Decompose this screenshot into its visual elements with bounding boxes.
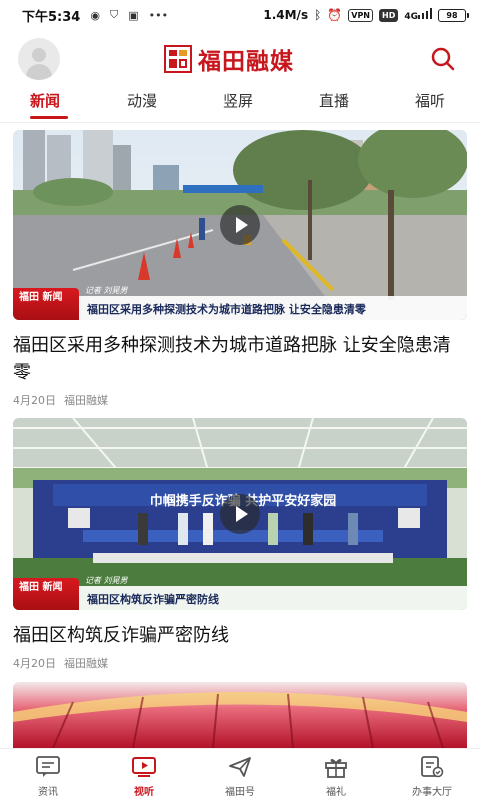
nav-video-label: 视听 <box>134 787 154 798</box>
network-type: 4G <box>404 12 418 22</box>
article-date: 4月20日 <box>13 394 56 407</box>
active-tab-indicator <box>30 116 68 119</box>
program-badge: 福田 新闻 <box>13 288 79 320</box>
news-card[interactable] <box>13 682 467 748</box>
nav-news[interactable]: 资讯 <box>18 755 78 798</box>
more-icon: ••• <box>148 8 169 22</box>
reporter-credit: 记者 刘晃男 <box>85 576 128 585</box>
play-button[interactable] <box>220 494 260 534</box>
send-icon <box>229 757 251 777</box>
news-card[interactable]: 巾帼携手反诈骗 共护平安好家园 福田 新闻 福田区构筑反诈骗严密防线 记者 刘晃… <box>13 418 467 671</box>
article-source: 福田融媒 <box>64 394 108 407</box>
image-icon: ▣ <box>128 8 139 22</box>
battery-icon: 98 <box>438 8 469 22</box>
app-header: 福田融媒 <box>0 32 480 80</box>
bluetooth-icon: ᛒ <box>314 8 322 22</box>
gift-icon <box>325 759 347 778</box>
search-icon <box>431 47 455 71</box>
article-title[interactable]: 福田区构筑反诈骗严密防线 <box>13 622 467 649</box>
hd-indicator: HD <box>379 8 399 22</box>
nav-gifts[interactable]: 福礼 <box>306 755 366 798</box>
reporter-credit: 记者 刘晃男 <box>85 286 128 295</box>
user-avatar[interactable] <box>18 38 60 80</box>
video-caption: 福田区采用多种探测技术为城市道路把脉 让安全隐患清零 <box>79 296 467 320</box>
video-icon <box>132 757 156 777</box>
logo-mark-icon <box>164 45 192 73</box>
nav-service-hall-label: 办事大厅 <box>412 787 452 798</box>
news-card[interactable]: 福田 新闻 福田区采用多种探测技术为城市道路把脉 让安全隐患清零 记者 刘晃男 … <box>13 130 467 408</box>
nav-news-label: 资讯 <box>38 787 58 798</box>
nav-futian-account-label: 福田号 <box>225 787 255 798</box>
tab-vertical[interactable]: 竖屏 <box>223 90 253 111</box>
video-caption: 福田区构筑反诈骗严密防线 <box>79 586 467 610</box>
tab-animation[interactable]: 动漫 <box>127 90 157 111</box>
notification-icon: ◉ <box>90 8 100 22</box>
tab-news[interactable]: 新闻 <box>30 90 60 111</box>
article-source: 福田融媒 <box>64 657 108 670</box>
article-meta: 4月20日 福田融媒 <box>13 655 467 671</box>
signal-icon: 4G <box>404 8 432 22</box>
network-speed: 1.4M/s <box>263 8 309 22</box>
article-date: 4月20日 <box>13 657 56 670</box>
article-meta: 4月20日 福田融媒 <box>13 392 467 408</box>
news-icon <box>36 756 60 777</box>
bottom-navigation: 资讯 视听 福田号 福礼 办事大厅 <box>0 748 480 800</box>
battery-level: 98 <box>446 10 458 20</box>
play-button[interactable] <box>220 205 260 245</box>
brand-logo: 福田融媒 <box>164 42 294 76</box>
status-time: 下午5:34 <box>22 9 81 25</box>
category-tabs: 新闻 动漫 竖屏 直播 福听 <box>0 84 480 122</box>
video-caption-bar: 福田 新闻 福田区构筑反诈骗严密防线 <box>13 576 467 610</box>
service-icon <box>421 756 444 778</box>
program-badge: 福田 新闻 <box>13 578 79 610</box>
video-caption-bar: 福田 新闻 福田区采用多种探测技术为城市道路把脉 让安全隐患清零 <box>13 286 467 320</box>
search-button[interactable] <box>428 44 458 74</box>
video-thumbnail[interactable]: 巾帼携手反诈骗 共护平安好家园 福田 新闻 福田区构筑反诈骗严密防线 记者 刘晃… <box>13 418 467 610</box>
stadium-image <box>13 682 467 748</box>
vpn-indicator: VPN <box>348 8 373 22</box>
nav-service-hall[interactable]: 办事大厅 <box>402 755 462 798</box>
tab-live[interactable]: 直播 <box>319 90 349 111</box>
nav-futian-account[interactable]: 福田号 <box>210 755 270 798</box>
article-title[interactable]: 福田区采用多种探测技术为城市道路把脉 让安全隐患清零 <box>13 332 467 386</box>
tab-audio[interactable]: 福听 <box>415 90 445 111</box>
nav-video[interactable]: 视听 <box>114 755 174 798</box>
alarm-icon: ⏰ <box>327 8 343 22</box>
video-thumbnail[interactable]: 福田 新闻 福田区采用多种探测技术为城市道路把脉 让安全隐患清零 记者 刘晃男 <box>13 130 467 320</box>
divider <box>0 122 480 123</box>
status-bar: 下午5:34 ◉ ⛉ ▣ ••• 1.4M/s ᛒ ⏰ VPN HD 4G 98 <box>0 0 480 30</box>
brand-name: 福田融媒 <box>198 49 294 75</box>
nav-gifts-label: 福礼 <box>326 787 346 798</box>
video-thumbnail[interactable] <box>13 682 467 748</box>
shield-icon: ⛉ <box>109 8 119 21</box>
